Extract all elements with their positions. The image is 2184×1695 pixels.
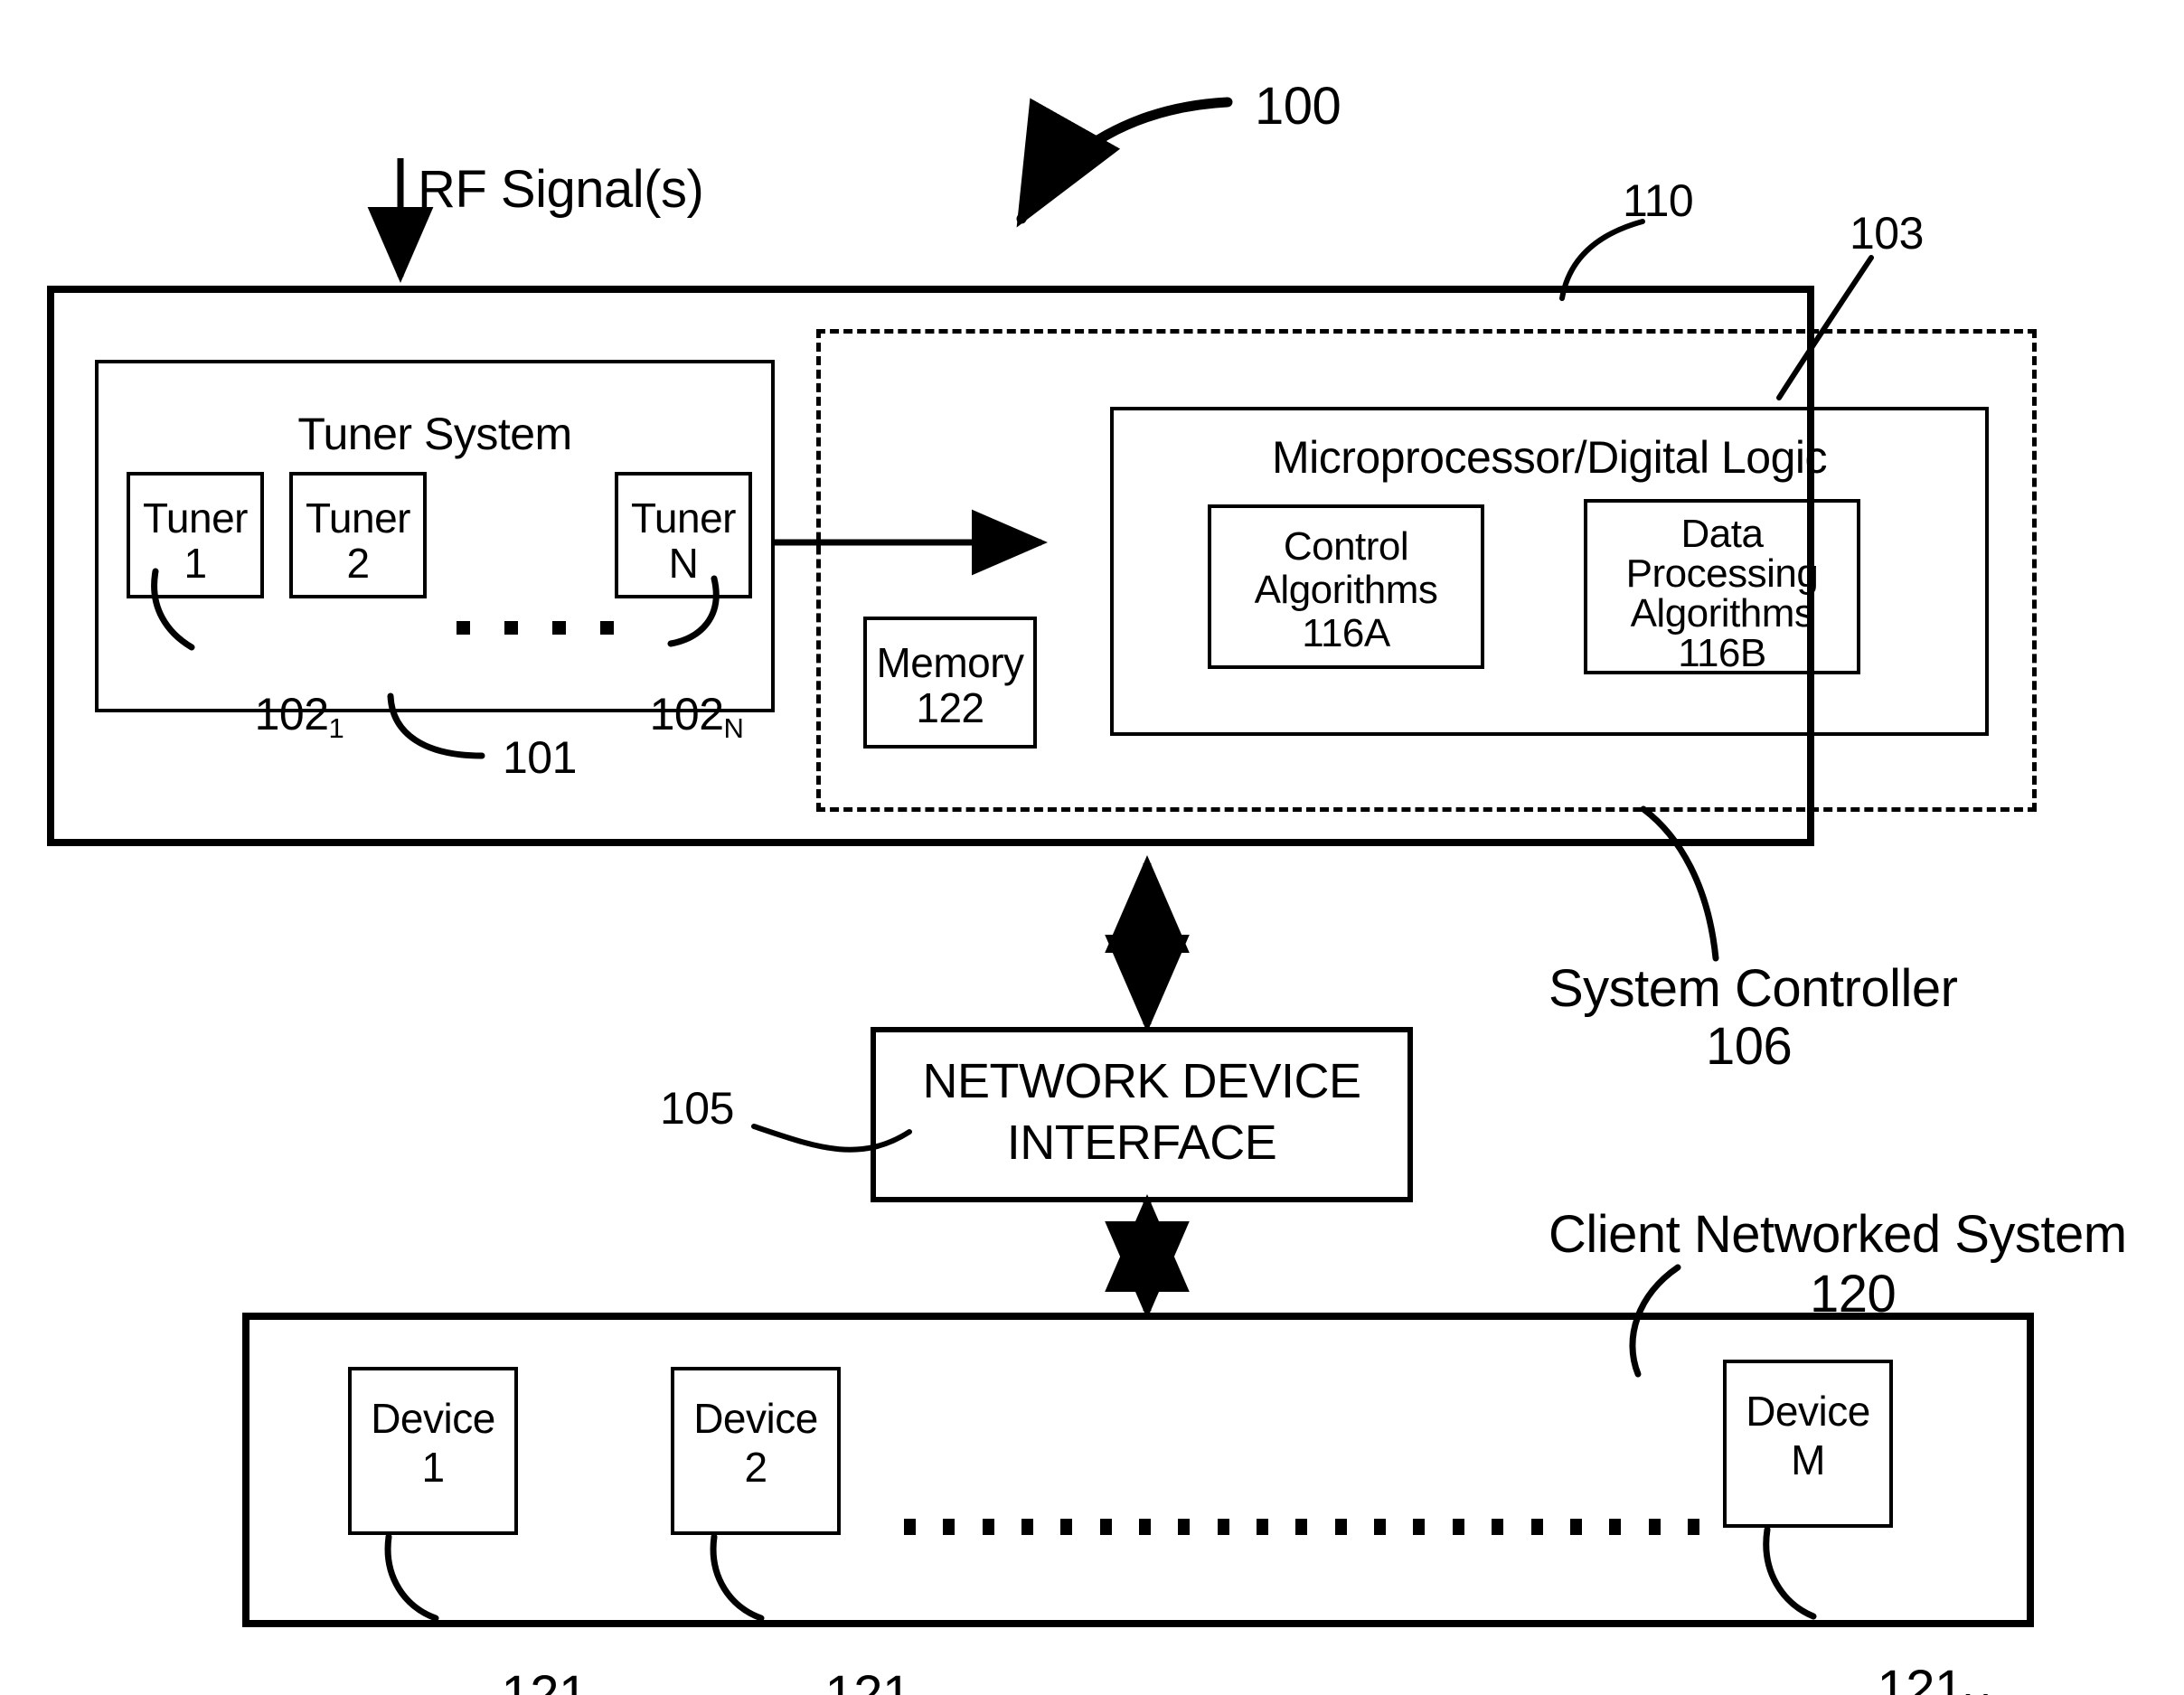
tuner-n-name: Tuner bbox=[631, 494, 736, 541]
tuner-2-box[interactable]: Tuner 2 bbox=[289, 472, 427, 598]
tuner-ellipsis bbox=[457, 620, 614, 635]
system-controller-ref: 106 bbox=[1706, 1017, 1793, 1076]
ref-label-121-M: 121M bbox=[1821, 1602, 1990, 1695]
tuner-1-name: Tuner bbox=[143, 494, 248, 541]
network-device-interface-box[interactable]: NETWORK DEVICE INTERFACE bbox=[871, 1027, 1413, 1202]
device-2-box[interactable]: Device 2 bbox=[671, 1367, 841, 1535]
data-processing-algorithms-box[interactable]: Data Processing Algorithms 116B bbox=[1584, 499, 1860, 675]
device-m-name: Device bbox=[1746, 1388, 1870, 1435]
tuner-system-title: Tuner System bbox=[297, 409, 572, 459]
ndi-line2: INTERFACE bbox=[1006, 1116, 1277, 1170]
ref-label-100: 100 bbox=[1255, 77, 1341, 136]
tuner-2-name: Tuner bbox=[306, 494, 410, 541]
memory-ref: 122 bbox=[916, 684, 984, 731]
control-algorithms-ref: 116A bbox=[1302, 611, 1390, 655]
tuner-n-box[interactable]: Tuner N bbox=[615, 472, 752, 598]
device-1-box[interactable]: Device 1 bbox=[348, 1367, 518, 1535]
rf-signal-label: RF Signal(s) bbox=[418, 160, 704, 219]
device-ellipsis bbox=[904, 1519, 1699, 1535]
memory-box[interactable]: Memory 122 bbox=[863, 617, 1037, 749]
device-2-index: 2 bbox=[744, 1444, 767, 1491]
data-processing-line1: Data bbox=[1680, 512, 1764, 556]
ndi-line1: NETWORK DEVICE bbox=[922, 1054, 1361, 1108]
control-algorithms-line1: Control bbox=[1283, 524, 1409, 569]
device-2-name: Device bbox=[693, 1395, 818, 1442]
tuner-1-box[interactable]: Tuner 1 bbox=[127, 472, 264, 598]
device-m-box[interactable]: Device M bbox=[1723, 1360, 1893, 1528]
ref-label-102-1: 1021 bbox=[206, 638, 344, 790]
client-system-caption: Client Networked System bbox=[1549, 1205, 2127, 1264]
ref-121-M-base: 121 bbox=[1877, 1659, 1963, 1695]
ref-102-N-sub: N bbox=[723, 712, 744, 745]
ref-label-103: 103 bbox=[1850, 208, 1924, 259]
ref-label-121-1: 1211 bbox=[445, 1607, 605, 1695]
figure-100-leader-arrow bbox=[1016, 97, 1233, 228]
ref-label-121-2: 1212 bbox=[768, 1607, 928, 1695]
data-processing-line3: Algorithms bbox=[1630, 591, 1814, 636]
ref-121-1-base: 121 bbox=[501, 1664, 588, 1695]
microprocessor-title: Microprocessor/Digital Logic bbox=[1271, 432, 1828, 483]
control-algorithms-line2: Algorithms bbox=[1254, 568, 1438, 612]
ref-102-N-base: 102 bbox=[649, 689, 724, 739]
device-1-index: 1 bbox=[421, 1444, 445, 1491]
tuner-2-index: 2 bbox=[346, 540, 370, 587]
ref-121-2-base: 121 bbox=[824, 1664, 911, 1695]
ref-label-101: 101 bbox=[503, 732, 577, 783]
memory-label: Memory bbox=[876, 639, 1024, 686]
tuner-n-index: N bbox=[668, 540, 699, 587]
ref-121-M-sub: M bbox=[1963, 1687, 1991, 1695]
device-m-index: M bbox=[1791, 1436, 1825, 1483]
ref-label-102-N: 102N bbox=[601, 638, 744, 790]
device-1-name: Device bbox=[371, 1395, 495, 1442]
ref-label-105: 105 bbox=[660, 1083, 734, 1134]
ref-label-110: 110 bbox=[1623, 175, 1694, 226]
tuner-1-index: 1 bbox=[184, 540, 207, 587]
ref-102-1-base: 102 bbox=[254, 689, 329, 739]
data-processing-ref: 116B bbox=[1678, 631, 1766, 675]
ref-102-1-sub: 1 bbox=[328, 712, 344, 745]
control-algorithms-box[interactable]: Control Algorithms 116A bbox=[1208, 504, 1484, 669]
system-controller-caption: System Controller bbox=[1549, 959, 1958, 1018]
figure-canvas: 100 RF Signal(s) 110 103 Tuner System Tu… bbox=[0, 0, 2184, 1695]
data-processing-line2: Processing bbox=[1625, 551, 1819, 596]
